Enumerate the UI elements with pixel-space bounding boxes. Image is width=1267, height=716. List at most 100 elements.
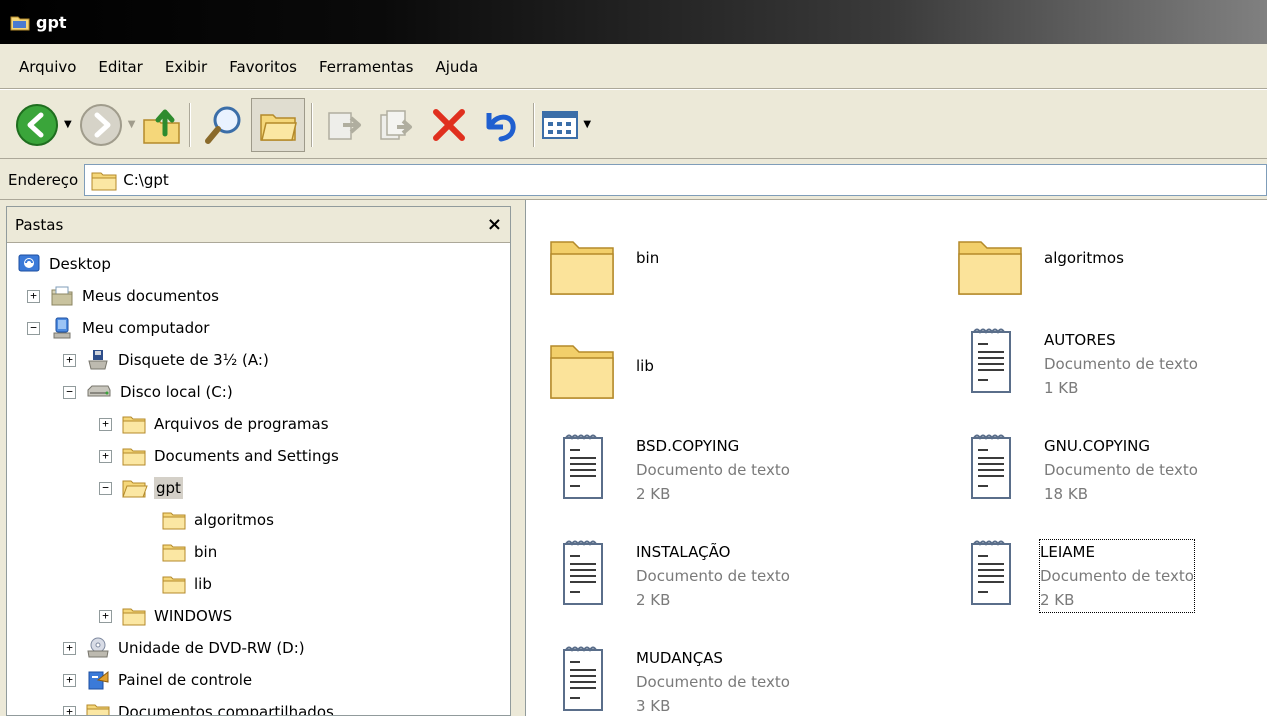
- file-name: algoritmos: [1044, 249, 1124, 267]
- tree-item-algoritmos[interactable]: algoritmos: [162, 504, 276, 536]
- tree-item-label: Arquivos de programas: [154, 415, 329, 433]
- folder-icon: [162, 574, 186, 594]
- copy-to-button[interactable]: [371, 99, 423, 151]
- file-item-lib[interactable]: lib: [542, 328, 654, 408]
- expand-icon[interactable]: +: [99, 449, 112, 463]
- file-item-mudancas[interactable]: MUDANÇAS Documento de texto 3 KB: [542, 640, 790, 716]
- folders-icon: [260, 113, 298, 141]
- tree-item-documents-and-settings[interactable]: + Documents and Settings: [99, 440, 341, 472]
- tree-item-meus-documentos[interactable]: + Meus documentos: [27, 280, 221, 312]
- file-type: Documento de texto: [1044, 355, 1198, 373]
- menu-ajuda[interactable]: Ajuda: [425, 52, 490, 82]
- folder-window-icon: [10, 16, 30, 31]
- folder-icon: [122, 446, 146, 466]
- undo-icon: [486, 112, 516, 141]
- delete-icon: [433, 108, 466, 141]
- file-item-leiame[interactable]: LEIAME Documento de texto 2 KB: [950, 534, 1195, 614]
- tree-item-disco-local[interactable]: − Disco local (C:): [63, 376, 235, 408]
- collapse-icon[interactable]: −: [63, 385, 76, 399]
- tree-item-bin[interactable]: bin: [162, 536, 219, 568]
- file-size: 1 KB: [1044, 379, 1079, 397]
- tree-item-lib[interactable]: lib: [162, 568, 214, 600]
- tree-item-gpt[interactable]: − gpt: [99, 472, 183, 504]
- text-document-icon: [542, 534, 622, 614]
- tree-item-windows[interactable]: + WINDOWS: [99, 600, 234, 632]
- tree-item-dvd[interactable]: + Unidade de DVD-RW (D:): [63, 632, 307, 664]
- tree-item-label: Meu computador: [82, 319, 210, 337]
- explorer-window: gpt Arquivo Editar Exibir Favoritos Ferr…: [0, 0, 1267, 716]
- text-document-icon: [950, 428, 1030, 508]
- expand-icon[interactable]: +: [63, 673, 76, 687]
- menu-arquivo[interactable]: Arquivo: [8, 52, 87, 82]
- tree-item-meu-computador[interactable]: − Meu computador: [27, 312, 211, 344]
- folder-icon: [542, 328, 622, 408]
- menu-bar: Arquivo Editar Exibir Favoritos Ferramen…: [0, 44, 1267, 90]
- back-button[interactable]: [14, 99, 60, 151]
- back-dropdown-icon[interactable]: ▼: [64, 119, 72, 130]
- views-icon: [542, 110, 579, 139]
- up-folder-icon: [143, 109, 181, 144]
- pane-splitter[interactable]: [511, 200, 525, 716]
- file-size: 2 KB: [636, 485, 671, 503]
- tree-item-label: Documents and Settings: [154, 447, 339, 465]
- menu-favoritos[interactable]: Favoritos: [218, 52, 308, 82]
- file-name: INSTALAÇÃO: [636, 543, 731, 561]
- views-dropdown-icon[interactable]: ▼: [583, 119, 591, 130]
- forward-dropdown-icon[interactable]: ▼: [128, 119, 136, 130]
- text-document-icon: [542, 428, 622, 508]
- search-button[interactable]: [197, 99, 251, 151]
- tree-item-label: WINDOWS: [154, 607, 233, 625]
- tree-item-label: gpt: [154, 477, 183, 499]
- forward-button[interactable]: [78, 99, 124, 151]
- expand-icon[interactable]: +: [27, 289, 40, 303]
- file-item-instalacao[interactable]: INSTALAÇÃO Documento de texto 2 KB: [542, 534, 790, 614]
- text-document-icon: [950, 534, 1030, 614]
- move-to-button[interactable]: [319, 99, 371, 151]
- close-icon[interactable]: ×: [487, 214, 502, 235]
- text-document-icon: [950, 322, 1030, 402]
- hard-drive-icon: [86, 382, 112, 402]
- tree-item-documentos-compartilhados[interactable]: + Documentos compartilhados: [63, 696, 336, 715]
- file-name: BSD.COPYING: [636, 437, 740, 455]
- file-item-bin[interactable]: bin: [542, 224, 659, 304]
- file-size: 2 KB: [636, 591, 671, 609]
- title-bar[interactable]: gpt: [0, 0, 1267, 44]
- expand-icon[interactable]: +: [99, 417, 112, 431]
- folders-button[interactable]: [251, 97, 306, 152]
- file-item-autores[interactable]: AUTORES Documento de texto 1 KB: [950, 322, 1198, 402]
- dvd-drive-icon: [86, 637, 110, 659]
- folder-icon: [950, 224, 1030, 304]
- tree-item-disquete[interactable]: + Disquete de 3½ (A:): [63, 344, 271, 376]
- file-item-gnu-copying[interactable]: GNU.COPYING Documento de texto 18 KB: [950, 428, 1198, 508]
- expand-icon[interactable]: +: [63, 705, 76, 715]
- menu-exibir[interactable]: Exibir: [154, 52, 218, 82]
- search-icon: [205, 106, 241, 144]
- delete-button[interactable]: [423, 99, 475, 151]
- tree-item-arquivos-de-programas[interactable]: + Arquivos de programas: [99, 408, 331, 440]
- expand-icon[interactable]: +: [63, 641, 76, 655]
- file-item-algoritmos[interactable]: algoritmos: [950, 224, 1124, 304]
- tree-item-label: Painel de controle: [118, 671, 253, 689]
- file-item-bsd-copying[interactable]: BSD.COPYING Documento de texto 2 KB: [542, 428, 790, 508]
- address-input[interactable]: C:\gpt: [84, 163, 1267, 196]
- tree-item-label: Unidade de DVD-RW (D:): [118, 639, 305, 657]
- menu-ferramentas[interactable]: Ferramentas: [308, 52, 425, 82]
- collapse-icon[interactable]: −: [99, 481, 112, 495]
- collapse-icon[interactable]: −: [27, 321, 40, 335]
- views-button[interactable]: [541, 99, 579, 151]
- floppy-drive-icon: [86, 348, 110, 372]
- folder-icon: [122, 606, 146, 626]
- menu-editar[interactable]: Editar: [87, 52, 153, 82]
- expand-icon[interactable]: +: [63, 353, 76, 367]
- text-document-icon: [542, 640, 622, 716]
- address-bar: Endereço C:\gpt: [0, 160, 1267, 200]
- desktop-icon: [17, 252, 41, 276]
- file-size: 18 KB: [1044, 485, 1088, 503]
- address-value: C:\gpt: [123, 170, 169, 189]
- tree-item-painel-de-controle[interactable]: + Painel de controle: [63, 664, 254, 696]
- up-button[interactable]: [141, 99, 183, 151]
- tree-item-label: Meus documentos: [82, 287, 219, 305]
- tree-item-desktop[interactable]: Desktop: [17, 248, 113, 280]
- undo-button[interactable]: [475, 99, 527, 151]
- expand-icon[interactable]: +: [99, 609, 112, 623]
